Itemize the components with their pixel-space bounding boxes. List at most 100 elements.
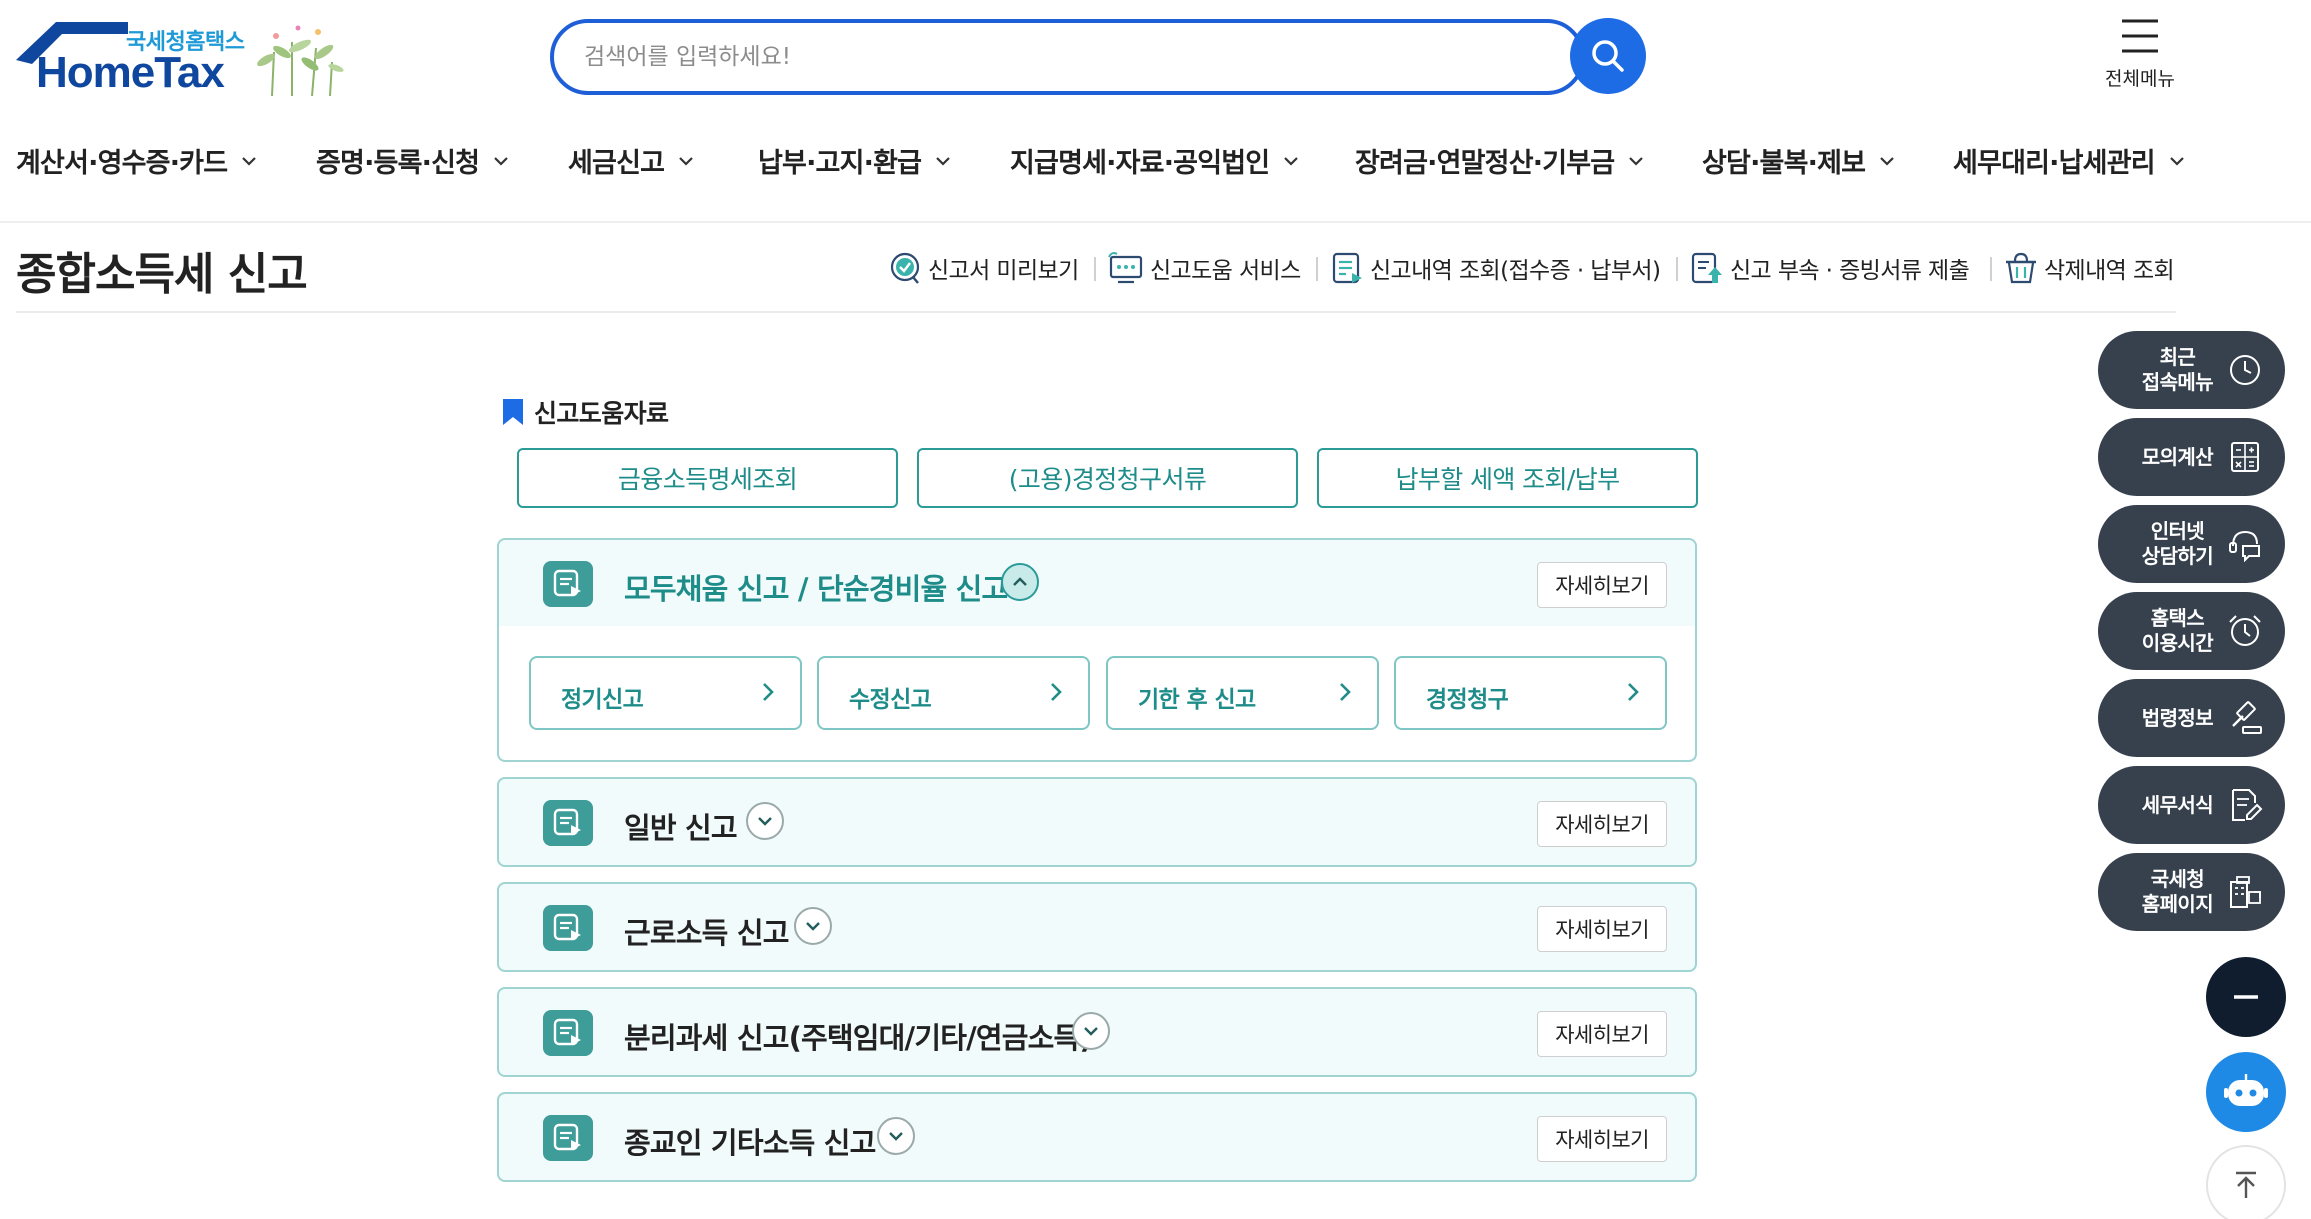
panel-header[interactable]: 종교인 기타소득 신고 자세히보기 — [499, 1094, 1695, 1180]
gnb-label: 지급명세·자료·공익법인 — [1010, 148, 1270, 179]
chevron-down-icon — [1284, 156, 1299, 166]
side-label: 모의계산 — [2141, 444, 2214, 469]
chevron-right-icon — [1051, 683, 1062, 701]
panel-header[interactable]: 모두채움 신고 / 단순경비율 신고 자세히보기 — [499, 540, 1695, 626]
chevron-down-icon — [1880, 156, 1894, 166]
filing-doc-icon — [543, 905, 593, 951]
gnb-item-receipts[interactable]: 계산서·영수증·카드 — [16, 141, 257, 180]
help-heading-text: 신고도움자료 — [534, 399, 669, 428]
gnb-item-certificates[interactable]: 증명·등록·신청 — [316, 141, 509, 180]
gnb-item-tax-agent[interactable]: 세무대리·납세관리 — [1953, 141, 2185, 180]
expand-toggle[interactable] — [746, 802, 784, 840]
hometax-logo[interactable]: 국세청홈택스 HomeTax — [16, 20, 346, 100]
amended-filing-button[interactable]: 수정신고 — [817, 656, 1090, 730]
util-label: 신고도움 서비스 — [1150, 258, 1301, 284]
collapse-toggle[interactable] — [1001, 563, 1039, 601]
gnb-item-tax-filing[interactable]: 세금신고 — [568, 141, 694, 180]
collapse-side-menu-button[interactable] — [2206, 957, 2286, 1037]
gnb-item-payment[interactable]: 납부·고지·환급 — [758, 141, 951, 180]
detail-button[interactable]: 자세히보기 — [1537, 906, 1667, 952]
gnb-item-payment-statement[interactable]: 지급명세·자료·공익법인 — [1010, 141, 1299, 180]
page-title: 종합소득세 신고 — [16, 249, 308, 300]
chatbot-button[interactable] — [2206, 1052, 2286, 1132]
search-input[interactable] — [584, 33, 1504, 81]
panel-header[interactable]: 분리과세 신고(주택임대/기타/연금소득) 자세히보기 — [499, 989, 1695, 1075]
sub-button-label: 기한 후 신고 — [1138, 687, 1256, 713]
chevron-down-icon — [758, 817, 772, 826]
arrow-up-icon — [2236, 1171, 2256, 1198]
panel-title: 분리과세 신고(주택임대/기타/연금소득) — [624, 1021, 1093, 1055]
plant-decoration-icon — [257, 25, 344, 97]
chevron-right-icon — [1628, 683, 1639, 701]
chevron-down-icon — [1084, 1027, 1098, 1036]
employment-correction-button[interactable]: (고용)경정청구서류 — [917, 448, 1298, 508]
util-separator — [1990, 257, 1992, 281]
side-online-consult[interactable]: 인터넷 상담하기 — [2098, 505, 2285, 583]
util-submit-documents[interactable]: 신고 부속 · 증빙서류 제출 — [1690, 250, 1970, 286]
document-list-icon — [1332, 252, 1362, 284]
panel-earned-income-filing: 근로소득 신고 자세히보기 — [497, 882, 1697, 972]
search-box — [550, 19, 1585, 95]
detail-button[interactable]: 자세히보기 — [1537, 562, 1667, 608]
chatbot-icon — [2224, 1074, 2268, 1106]
expand-toggle[interactable] — [877, 1117, 915, 1155]
title-divider — [16, 311, 2176, 313]
logo-wordmark: HomeTax — [36, 48, 225, 97]
search-button[interactable] — [1570, 18, 1646, 94]
gnb-item-consulting[interactable]: 상담·불복·제보 — [1702, 141, 1895, 180]
util-label: 신고내역 조회(접수증 · 납부서) — [1370, 258, 1661, 284]
panel-body: 정기신고 수정신고 기한 후 신고 경정청구 — [499, 626, 1695, 760]
panel-separate-taxation-filing: 분리과세 신고(주택임대/기타/연금소득) 자세히보기 — [497, 987, 1697, 1077]
sub-button-label: 수정신고 — [849, 687, 932, 713]
side-recent-menu[interactable]: 최근 접속메뉴 — [2098, 331, 2285, 409]
panel-general-filing: 일반 신고 자세히보기 — [497, 777, 1697, 867]
panel-header[interactable]: 일반 신고 자세히보기 — [499, 779, 1695, 865]
detail-button[interactable]: 자세히보기 — [1537, 1116, 1667, 1162]
detail-button[interactable]: 자세히보기 — [1537, 801, 1667, 847]
chevron-down-icon — [2170, 156, 2184, 166]
header-divider — [0, 221, 2311, 223]
chat-headset-icon — [2229, 530, 2260, 562]
util-form-preview[interactable]: 신고서 미리보기 — [888, 250, 1079, 286]
chevron-down-icon — [1629, 156, 1644, 166]
util-filing-help[interactable]: 신고도움 서비스 — [1108, 250, 1301, 286]
util-label: 신고서 미리보기 — [928, 258, 1079, 284]
bookmark-icon — [503, 399, 523, 425]
side-nts-homepage[interactable]: 국세청 홈페이지 — [2098, 853, 2285, 931]
chevron-down-icon — [806, 922, 820, 931]
gnb-label: 상담·불복·제보 — [1702, 148, 1866, 179]
chevron-right-icon — [1340, 683, 1351, 701]
panel-title: 일반 신고 — [624, 811, 738, 845]
side-law-info[interactable]: 법령정보 — [2098, 679, 2285, 757]
chevron-down-icon — [494, 156, 508, 166]
panel-simple-filing: 모두채움 신고 / 단순경비율 신고 자세히보기 정기신고 수정신고 기한 후 … — [497, 538, 1697, 762]
panel-header[interactable]: 근로소득 신고 자세히보기 — [499, 884, 1695, 970]
gnb-item-incentives[interactable]: 장려금·연말정산·기부금 — [1355, 141, 1644, 180]
detail-button[interactable]: 자세히보기 — [1537, 1011, 1667, 1057]
side-service-hours[interactable]: 홈택스 이용시간 — [2098, 592, 2285, 670]
gnb-label: 계산서·영수증·카드 — [16, 148, 228, 179]
correction-claim-button[interactable]: 경정청구 — [1394, 656, 1667, 730]
side-tax-forms[interactable]: 세무서식 — [2098, 766, 2285, 844]
gnb-label: 세금신고 — [568, 148, 665, 179]
gavel-icon — [2232, 701, 2262, 734]
late-filing-button[interactable]: 기한 후 신고 — [1106, 656, 1379, 730]
expand-toggle[interactable] — [794, 907, 832, 945]
util-deleted-history[interactable]: 삭제내역 조회 — [2004, 250, 2175, 286]
side-mock-calc[interactable]: 모의계산 — [2098, 418, 2285, 496]
side-label: 홈택스 이용시간 — [2141, 606, 2214, 655]
sub-button-label: 경정청구 — [1426, 687, 1509, 713]
building-link-icon — [2230, 876, 2261, 908]
tax-payment-button[interactable]: 납부할 세액 조회/납부 — [1317, 448, 1698, 508]
scroll-top-button[interactable] — [2206, 1145, 2286, 1219]
financial-income-button[interactable]: 금융소득명세조회 — [517, 448, 898, 508]
expand-toggle[interactable] — [1072, 1012, 1110, 1050]
util-filing-history[interactable]: 신고내역 조회(접수증 · 납부서) — [1330, 250, 1661, 286]
minus-icon — [2234, 995, 2258, 999]
document-upload-icon — [1691, 252, 1722, 284]
regular-filing-button[interactable]: 정기신고 — [529, 656, 802, 730]
clock-icon — [2230, 355, 2260, 385]
all-menu-button[interactable]: 전체메뉴 — [2098, 18, 2182, 91]
alarm-clock-icon — [2229, 615, 2261, 646]
chevron-down-icon — [936, 156, 950, 166]
